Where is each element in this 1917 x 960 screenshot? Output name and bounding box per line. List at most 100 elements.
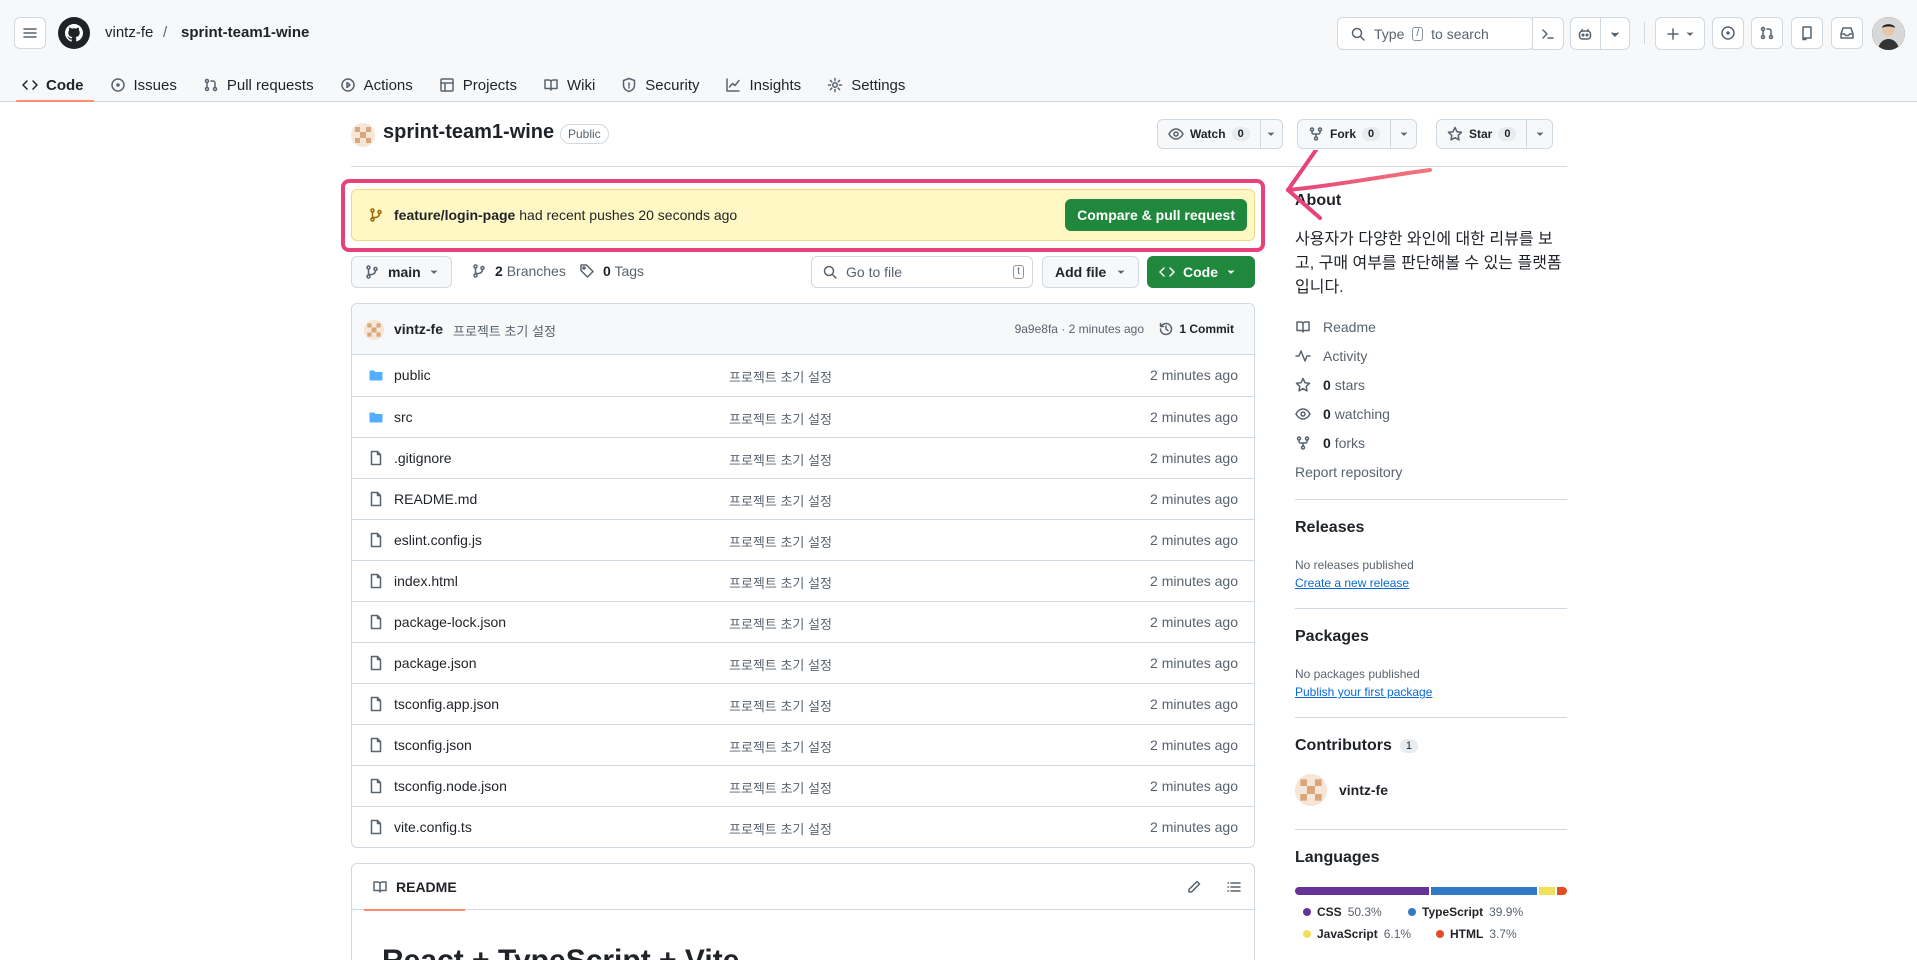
create-new-button[interactable] (1655, 17, 1705, 50)
tab-code[interactable]: Code (12, 64, 94, 102)
file-name[interactable]: package-lock.json (394, 614, 506, 630)
file-name[interactable]: vite.config.ts (394, 819, 472, 835)
commit-history-link[interactable]: 1 Commit (1158, 321, 1234, 337)
forks-link[interactable]: 0 forks (1295, 435, 1365, 451)
file-row[interactable]: vite.config.ts 프로젝트 초기 설정 2 minutes ago (352, 806, 1254, 847)
tags-link[interactable]: 0 Tags (579, 263, 644, 279)
hamburger-menu-button[interactable] (14, 17, 46, 49)
file-name[interactable]: src (394, 409, 413, 425)
tab-insights[interactable]: Insights (715, 64, 811, 102)
inbox-button[interactable] (1831, 17, 1863, 49)
repositories-header-button[interactable] (1791, 17, 1823, 49)
releases-heading[interactable]: Releases (1295, 519, 1364, 537)
file-row[interactable]: tsconfig.node.json 프로젝트 초기 설정 2 minutes ag… (352, 765, 1254, 806)
watch-main[interactable]: Watch 0 (1158, 120, 1260, 148)
copilot-main[interactable] (1571, 18, 1600, 49)
language-item[interactable]: CSS 50.3% (1303, 905, 1382, 919)
file-name[interactable]: package.json (394, 655, 477, 671)
watching-link[interactable]: 0 watching (1295, 406, 1390, 422)
file-row[interactable]: README.md 프로젝트 초기 설정 2 minutes ago (352, 478, 1254, 519)
file-row[interactable]: tsconfig.app.json 프로젝트 초기 설정 2 minutes ago (352, 683, 1254, 724)
pencil-icon[interactable] (1186, 879, 1202, 895)
fork-main[interactable]: Fork 0 (1298, 120, 1390, 148)
repo-title[interactable]: sprint-team1-wine (383, 121, 554, 144)
star-dropdown[interactable] (1526, 120, 1552, 148)
tab-security[interactable]: Security (611, 64, 709, 102)
branch-select-button[interactable]: main (351, 256, 452, 288)
file-name[interactable]: tsconfig.app.json (394, 696, 499, 712)
list-unordered-icon[interactable] (1226, 879, 1242, 895)
file-row[interactable]: index.html 프로젝트 초기 설정 2 minutes ago (352, 560, 1254, 601)
star-button[interactable]: Star 0 (1436, 119, 1554, 149)
file-row[interactable]: eslint.config.js 프로젝트 초기 설정 2 minutes ago (352, 519, 1254, 560)
stars-link[interactable]: 0 stars (1295, 377, 1365, 393)
file-commit-message[interactable]: 프로젝트 초기 설정 (729, 573, 832, 592)
readme-link[interactable]: Readme (1295, 319, 1376, 335)
file-row[interactable]: .gitignore 프로젝트 초기 설정 2 minutes ago (352, 437, 1254, 478)
go-to-file-input[interactable]: Go to file t (811, 256, 1033, 288)
tab-actions[interactable]: Actions (330, 64, 423, 102)
file-row[interactable]: package-lock.json 프로젝트 초기 설정 2 minutes ago (352, 601, 1254, 642)
file-name[interactable]: index.html (394, 573, 458, 589)
file-commit-message[interactable]: 프로젝트 초기 설정 (729, 819, 832, 838)
packages-heading[interactable]: Packages (1295, 628, 1369, 646)
language-item[interactable]: HTML 3.7% (1436, 927, 1517, 941)
github-logo[interactable] (58, 17, 90, 49)
repo-owner-avatar[interactable] (351, 123, 375, 147)
star-main[interactable]: Star 0 (1437, 120, 1526, 148)
tab-projects[interactable]: Projects (429, 64, 527, 102)
commit-message[interactable]: 프로젝트 초기 설정 (453, 321, 556, 340)
tab-pull-requests[interactable]: Pull requests (193, 64, 324, 102)
file-name[interactable]: public (394, 367, 431, 383)
file-row[interactable]: package.json 프로젝트 초기 설정 2 minutes ago (352, 642, 1254, 683)
readme-tab[interactable]: README (364, 864, 465, 911)
commit-author[interactable]: vintz-fe (394, 321, 443, 337)
compare-pull-request-button[interactable]: Compare & pull request (1065, 199, 1247, 231)
file-commit-message[interactable]: 프로젝트 초기 설정 (729, 409, 832, 428)
language-item[interactable]: TypeScript 39.9% (1408, 905, 1523, 919)
activity-link[interactable]: Activity (1295, 348, 1367, 364)
file-name[interactable]: tsconfig.node.json (394, 778, 507, 794)
watch-button[interactable]: Watch 0 (1157, 119, 1283, 149)
fork-dropdown[interactable] (1390, 120, 1416, 148)
file-commit-message[interactable]: 프로젝트 초기 설정 (729, 532, 832, 551)
file-commit-message[interactable]: 프로젝트 초기 설정 (729, 737, 832, 756)
command-palette-button[interactable] (1532, 17, 1564, 50)
file-row[interactable]: public 프로젝트 초기 설정 2 minutes ago (352, 355, 1254, 396)
commit-hash-time[interactable]: 9a9e8fa · 2 minutes ago (1015, 322, 1144, 336)
breadcrumb-repo[interactable]: sprint-team1-wine (181, 24, 309, 41)
file-commit-message[interactable]: 프로젝트 초기 설정 (729, 614, 832, 633)
language-item[interactable]: JavaScript 6.1% (1303, 927, 1411, 941)
contributors-heading[interactable]: Contributors 1 (1295, 737, 1418, 755)
copilot-button[interactable] (1570, 17, 1630, 50)
file-commit-message[interactable]: 프로젝트 초기 설정 (729, 778, 832, 797)
file-name[interactable]: README.md (394, 491, 477, 507)
create-release-link[interactable]: Create a new release (1295, 576, 1409, 590)
contributor-item[interactable]: vintz-fe (1295, 774, 1388, 806)
file-name[interactable]: eslint.config.js (394, 532, 482, 548)
publish-package-link[interactable]: Publish your first package (1295, 685, 1432, 699)
search-input[interactable]: Type / to search (1337, 17, 1534, 50)
file-commit-message[interactable]: 프로젝트 초기 설정 (729, 655, 832, 674)
file-row[interactable]: tsconfig.json 프로젝트 초기 설정 2 minutes ago (352, 724, 1254, 765)
user-avatar[interactable] (1872, 17, 1905, 50)
file-name[interactable]: .gitignore (394, 450, 452, 466)
tab-settings[interactable]: Settings (817, 64, 915, 102)
issues-header-button[interactable] (1712, 17, 1744, 49)
file-commit-message[interactable]: 프로젝트 초기 설정 (729, 696, 832, 715)
file-name[interactable]: tsconfig.json (394, 737, 472, 753)
watch-dropdown[interactable] (1259, 120, 1282, 148)
add-file-button[interactable]: Add file (1042, 256, 1140, 288)
file-commit-message[interactable]: 프로젝트 초기 설정 (729, 367, 832, 386)
tab-issues[interactable]: Issues (100, 64, 187, 102)
code-clone-button[interactable]: Code (1147, 256, 1255, 288)
tab-wiki[interactable]: Wiki (533, 64, 605, 102)
pushed-branch-name[interactable]: feature/login-page (394, 207, 515, 223)
file-commit-message[interactable]: 프로젝트 초기 설정 (729, 450, 832, 469)
report-repository-link[interactable]: Report repository (1295, 464, 1402, 480)
file-row[interactable]: src 프로젝트 초기 설정 2 minutes ago (352, 396, 1254, 437)
breadcrumb-owner[interactable]: vintz-fe (105, 24, 153, 41)
commit-author-avatar[interactable] (364, 320, 384, 340)
copilot-dropdown[interactable] (1599, 18, 1629, 49)
branches-link[interactable]: 2 Branches (471, 263, 566, 279)
